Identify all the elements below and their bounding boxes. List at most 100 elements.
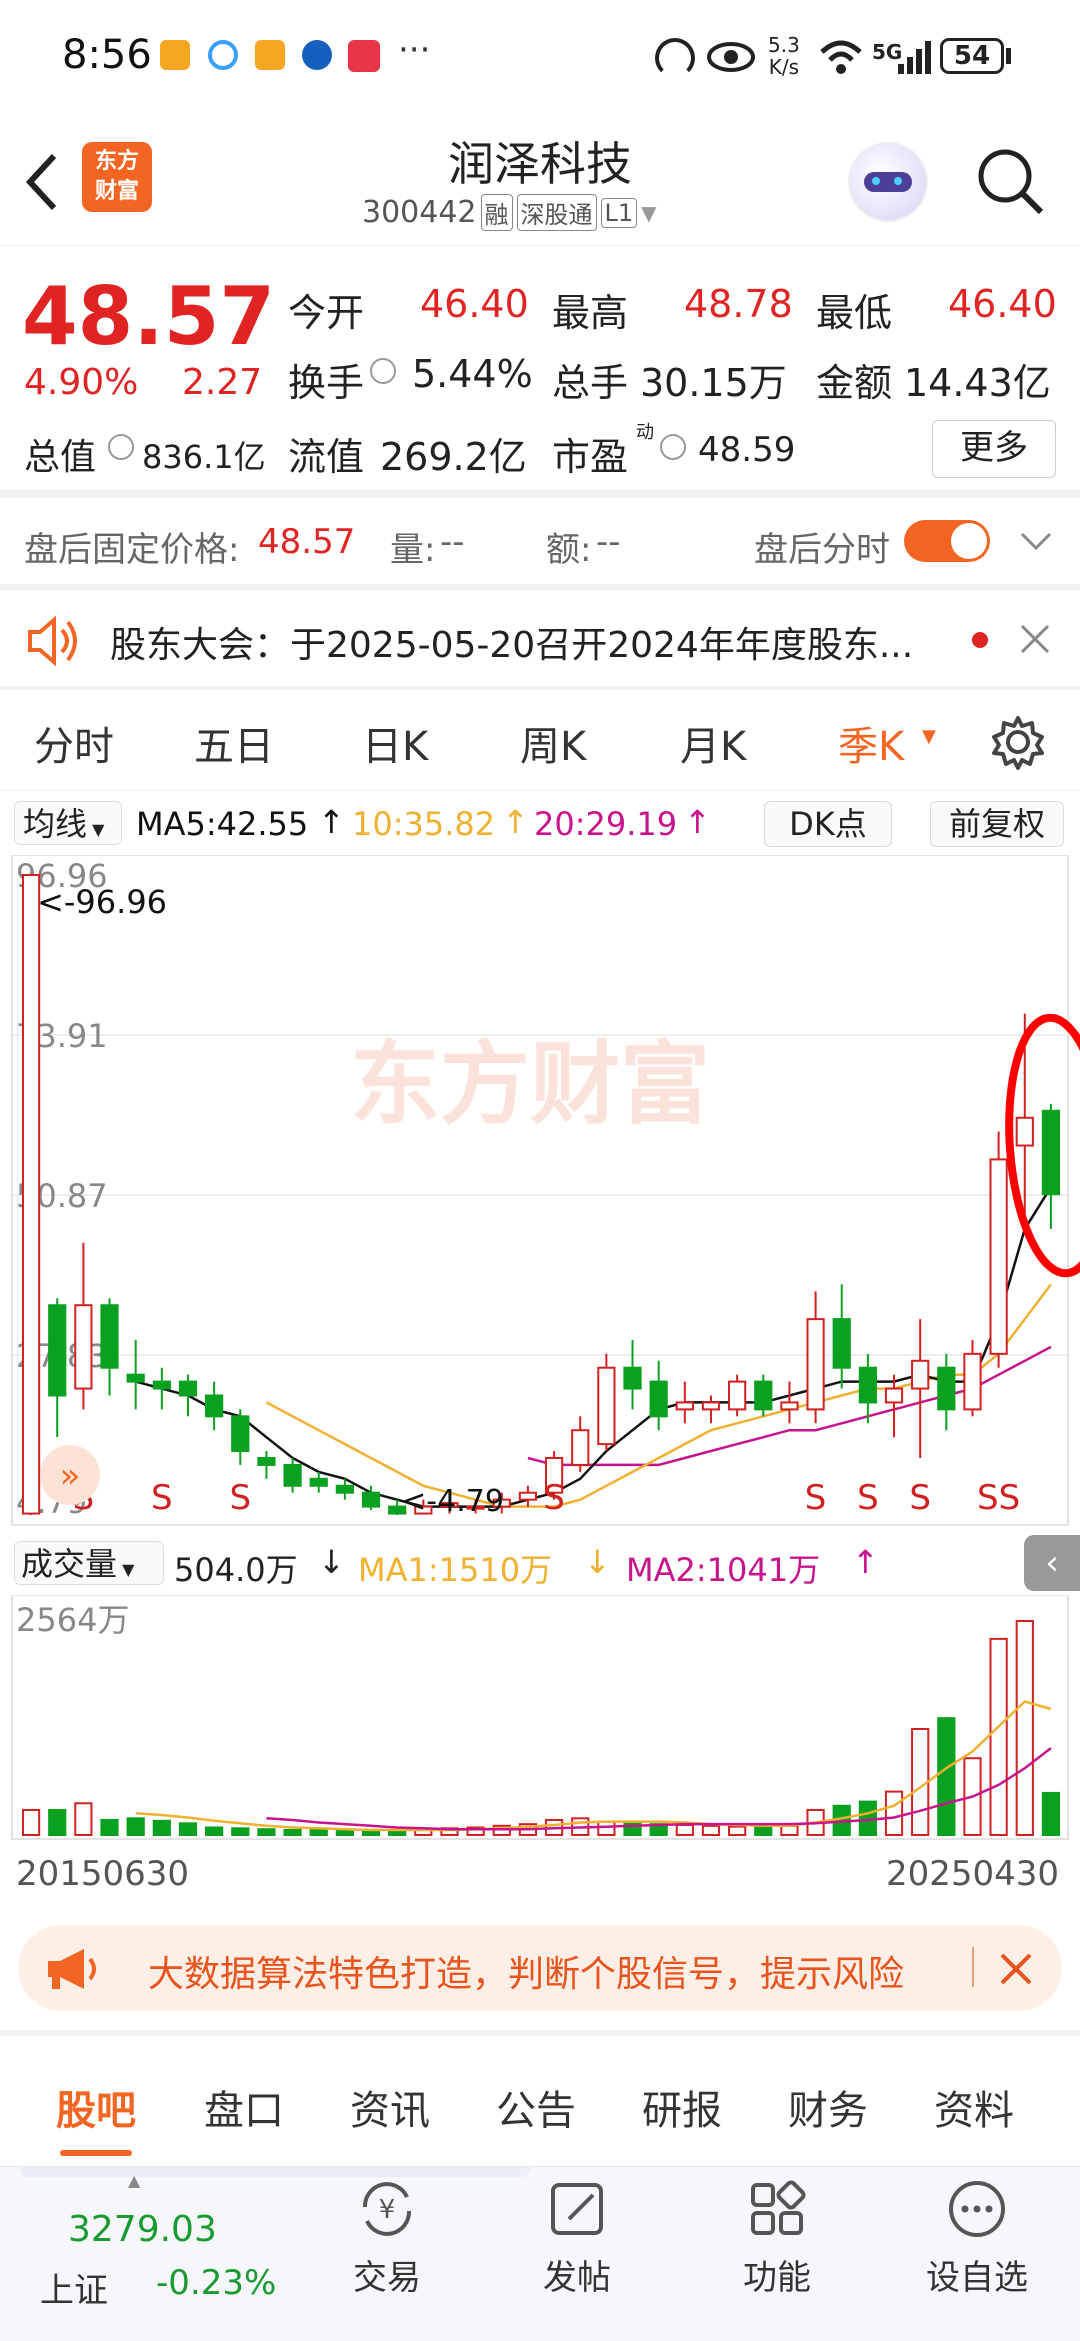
candle	[1015, 1116, 1034, 1147]
volume-bar	[675, 1823, 694, 1837]
volume-bar	[152, 1819, 171, 1837]
after-hours-price: 48.57	[258, 522, 356, 562]
weibo-icon	[160, 40, 190, 70]
volume-bar	[1041, 1791, 1061, 1836]
app-icon	[348, 40, 380, 72]
nav-post[interactable]: 发帖	[512, 2177, 642, 2299]
candle	[858, 1366, 877, 1404]
x-axis-start-date: 20150630	[16, 1854, 190, 1894]
up-arrow-icon-4: ↑	[852, 1543, 879, 1581]
index-value[interactable]: 3279.03	[68, 2209, 217, 2250]
dk-point-button[interactable]: DK点	[764, 801, 892, 847]
after-hours-volume-label: 量:	[390, 530, 436, 570]
volume-bar	[74, 1802, 93, 1837]
open-value: 46.40	[420, 282, 529, 326]
change-amount: 2.27	[182, 362, 263, 403]
tab-monthly[interactable]: 月K	[680, 714, 746, 772]
volume-bar	[884, 1790, 904, 1836]
up-arrow-icon: ↑	[318, 803, 345, 841]
stock-code-row[interactable]: 300442 融 深股通 L1 ▼	[362, 194, 657, 231]
volume-bar	[283, 1828, 302, 1837]
volume-bar	[728, 1825, 747, 1837]
candle	[152, 1380, 171, 1390]
nav-trade-label: 交易	[353, 2258, 421, 2298]
robot-assistant-icon[interactable]	[848, 142, 928, 222]
tab-weekly[interactable]: 周K	[520, 714, 586, 772]
tab-profile[interactable]: 资料	[934, 2078, 1014, 2136]
after-hours-row: 盘后固定价格: 48.57 量: -- 额: -- 盘后分时	[0, 498, 1080, 584]
candlestick-chart[interactable]: 96.9673.9150.8727.834.79东方财富<-96.96<-4.7…	[0, 855, 1080, 1535]
tab-dropdown-icon: ▼	[922, 726, 936, 747]
volume-bar	[335, 1829, 354, 1836]
more-button[interactable]: 更多	[932, 420, 1056, 478]
candle	[754, 1380, 773, 1411]
candle	[597, 1366, 616, 1446]
chevron-down-icon-2[interactable]	[1018, 530, 1054, 554]
tab-forum[interactable]: 股吧	[56, 2078, 136, 2136]
candle	[1041, 1109, 1061, 1196]
float-cap-value: 269.2亿	[380, 435, 527, 479]
ad-banner[interactable]: 大数据算法特色打造，判断个股信号，提示风险	[18, 1925, 1062, 2011]
close-icon[interactable]	[1018, 622, 1052, 656]
volume-chart[interactable]: 2564万	[0, 1595, 1080, 1840]
nav-functions-label: 功能	[743, 2258, 811, 2298]
tab-financials[interactable]: 财务	[788, 2078, 868, 2136]
candle	[963, 1352, 982, 1411]
chart-frame	[11, 855, 1069, 1526]
speaker-icon	[28, 616, 77, 666]
turnover-label: 换手	[288, 361, 365, 405]
price-adjust-button[interactable]: 前复权	[930, 801, 1064, 847]
chevron-down-icon-3: ▼	[87, 820, 105, 839]
tab-announcements[interactable]: 公告	[496, 2078, 576, 2136]
tab-daily[interactable]: 日K	[362, 714, 428, 772]
collapse-panel-button[interactable]: ‹	[1024, 1535, 1080, 1591]
expand-icon[interactable]: ▲	[128, 2171, 140, 2190]
volume-selector[interactable]: 成交量 ▼	[14, 1541, 164, 1585]
up-arrow-icon-2: ↑	[502, 803, 529, 841]
chevron-down-icon: ▼	[641, 200, 657, 225]
search-icon[interactable]	[975, 146, 1047, 218]
status-bar: 8:56 ··· 5.3 K/s 5G 54	[0, 0, 1080, 120]
tag-connect: 深股通	[516, 194, 597, 231]
scroll-left-arrow: »	[60, 1456, 81, 1496]
ma-selector[interactable]: 均线 ▼	[14, 801, 122, 845]
volume-bar	[1015, 1620, 1034, 1836]
candle	[649, 1380, 668, 1418]
tab-quarterly[interactable]: 季K	[838, 714, 904, 772]
tab-orderbook[interactable]: 盘口	[204, 2078, 284, 2136]
tab-intraday[interactable]: 分时	[34, 714, 114, 772]
candle	[309, 1477, 328, 1487]
signal-label: S	[805, 1478, 827, 1518]
float-cap-label: 流值	[288, 435, 365, 479]
close-icon-2[interactable]	[998, 1951, 1034, 1987]
nav-functions[interactable]: 功能	[712, 2177, 842, 2299]
up-arrow-icon-3: ↑	[684, 803, 711, 841]
net-speed-unit: K/s	[768, 55, 800, 79]
nav-add-watchlist[interactable]: 设自选	[912, 2177, 1042, 2299]
stock-code: 300442	[362, 195, 477, 230]
candle	[911, 1359, 930, 1390]
settings-gear-icon[interactable]	[990, 714, 1046, 770]
candle	[283, 1463, 302, 1487]
tab-5day[interactable]: 五日	[194, 714, 274, 772]
browser-icon	[208, 40, 238, 70]
low-label: 最低	[816, 291, 893, 335]
edit-icon	[551, 2183, 603, 2235]
battery-tip	[1006, 48, 1011, 64]
after-hours-toggle[interactable]	[904, 520, 990, 562]
tag-margin: 融	[480, 194, 513, 231]
info-icon-2[interactable]	[108, 434, 134, 460]
ad-divider	[972, 1947, 974, 1987]
nav-add-watchlist-label: 设自选	[926, 2258, 1028, 2298]
pe-superscript: 动	[636, 422, 654, 443]
signal-label: S	[151, 1478, 173, 1518]
info-icon[interactable]	[370, 358, 396, 384]
candle	[100, 1304, 119, 1369]
tab-research[interactable]: 研报	[642, 2078, 722, 2136]
bottom-nav: ▲ 3279.03 上证 -0.23% ¥ 交易 发帖 功能 设自选	[0, 2166, 1080, 2341]
unread-dot	[972, 632, 988, 648]
notice-bar[interactable]: 股东大会：于2025-05-20召开2024年年度股东...	[0, 590, 1080, 690]
info-icon-3[interactable]	[660, 434, 686, 460]
nav-trade[interactable]: ¥ 交易	[322, 2177, 452, 2299]
tab-news[interactable]: 资讯	[350, 2078, 430, 2136]
